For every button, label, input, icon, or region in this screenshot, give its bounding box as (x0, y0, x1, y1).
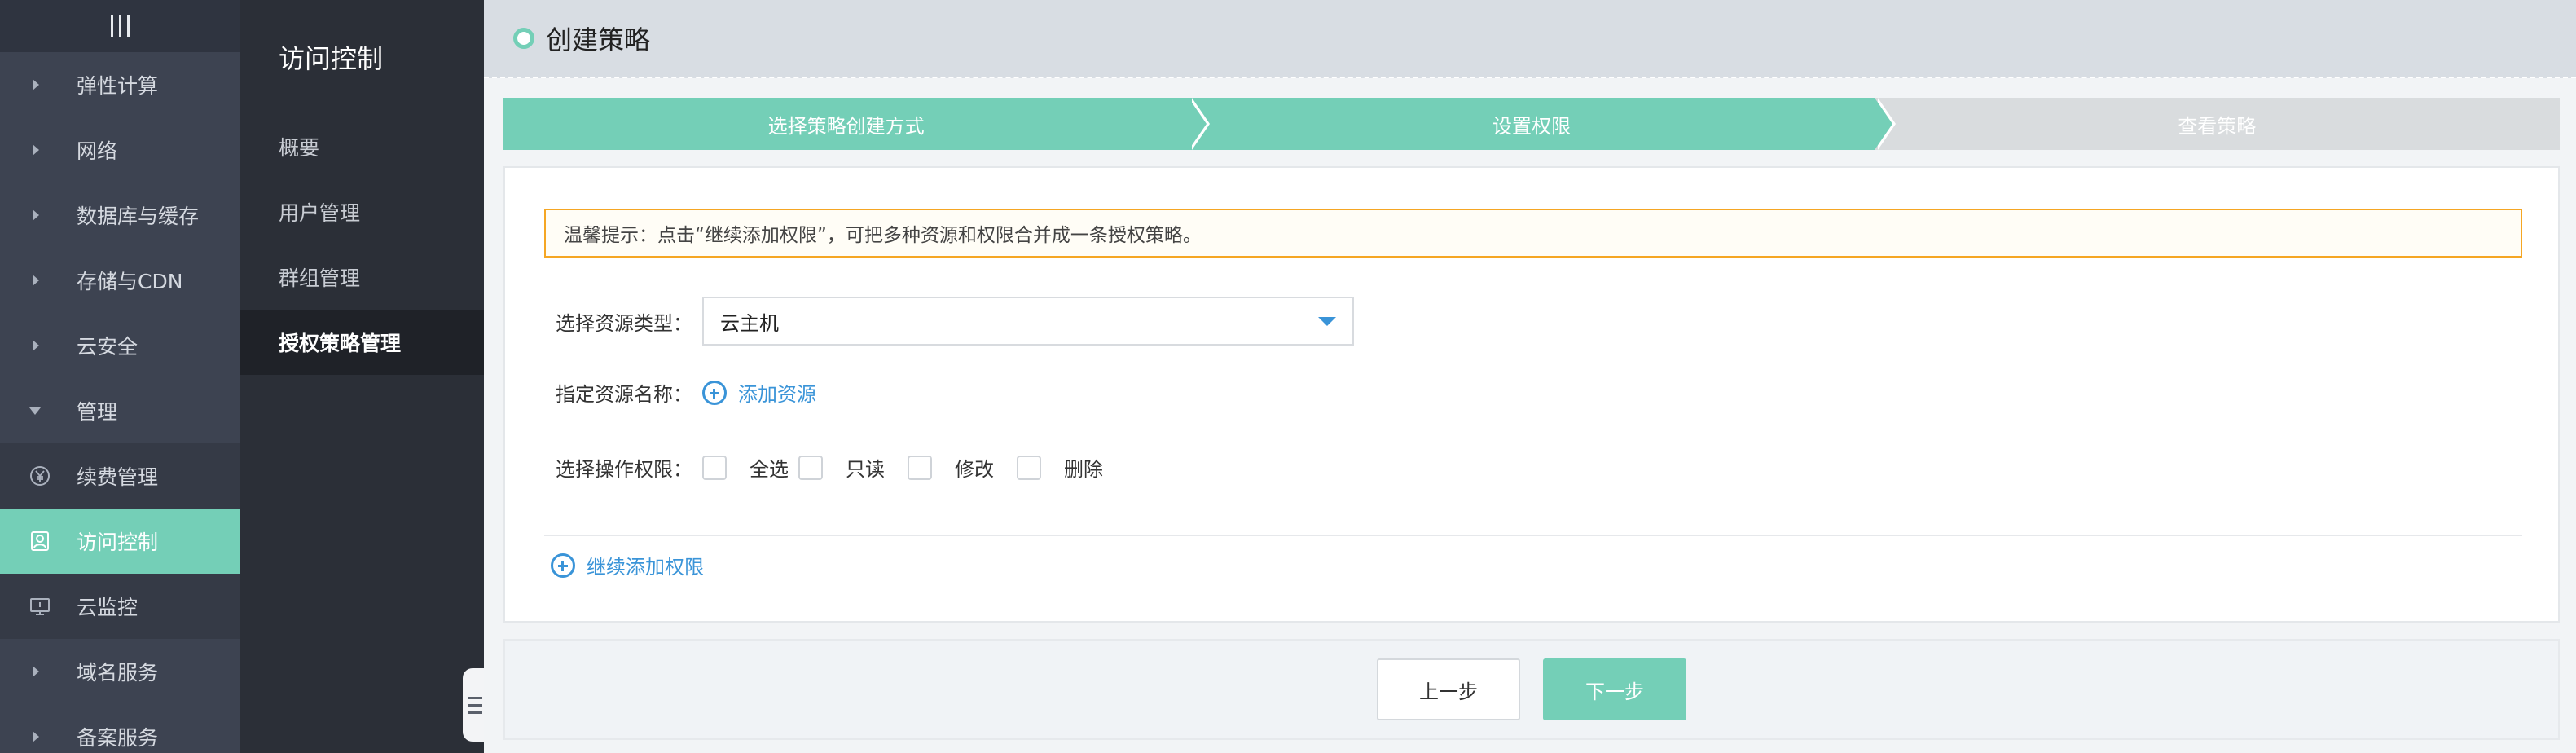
sidebar-item-label: 域名服务 (77, 661, 159, 685)
sidebar-item-renewal[interactable]: 续费管理 (0, 443, 240, 509)
sidebar-item-database-cache[interactable]: 数据库与缓存 (0, 183, 240, 248)
permission-label: 选择操作权限： (556, 458, 692, 481)
tip-banner: 温馨提示：点击“继续添加权限”，可把多种资源和权限合并成一条授权策略。 (544, 209, 2522, 258)
checkbox-label-delete: 删除 (1064, 458, 1103, 481)
resource-type-value: 云主机 (720, 311, 779, 335)
resource-type-row: 选择资源类型： 云主机 (556, 297, 1354, 346)
sidebar-item-label: 访问控制 (77, 531, 159, 554)
section-divider (544, 535, 2522, 536)
page-header: 创建策略 (484, 0, 2576, 78)
resource-name-label: 指定资源名称： (556, 383, 692, 406)
sub-item-groups[interactable]: 群组管理 (240, 244, 484, 310)
prev-button[interactable]: 上一步 (1377, 658, 1520, 720)
sidebar-item-domain[interactable]: 域名服务 (0, 639, 240, 704)
checkbox-label-select-all: 全选 (750, 458, 789, 481)
sub-item-users[interactable]: 用户管理 (240, 179, 484, 244)
chevron-right-icon (33, 666, 39, 677)
add-resource-link[interactable]: 添加资源 (702, 378, 816, 407)
continue-add-permission-link[interactable]: 继续添加权限 (551, 551, 704, 579)
chevron-right-icon (33, 144, 39, 156)
resource-type-select[interactable]: 云主机 (702, 297, 1354, 346)
sub-item-policies[interactable]: 授权策略管理 (240, 310, 484, 375)
sidebar-item-label: 存储与CDN (77, 270, 183, 293)
sidebar-item-label: 管理 (77, 400, 118, 424)
sub-sidebar-title: 访问控制 (279, 43, 384, 74)
sub-item-overview[interactable]: 概要 (240, 114, 484, 179)
chevron-right-icon (33, 79, 39, 90)
resource-type-label: 选择资源类型： (556, 311, 692, 335)
caret-down-icon (1318, 316, 1336, 326)
step-set-permissions: 设置权限 (1189, 98, 1896, 150)
sidebar-item-cloud-security[interactable]: 云安全 (0, 313, 240, 378)
checkbox-select-all[interactable] (702, 455, 727, 480)
sidebar-item-label: 网络 (77, 139, 118, 163)
page-title: 创建策略 (546, 24, 651, 55)
sidebar-item-network[interactable]: 网络 (0, 117, 240, 183)
sidebar-item-icp-filing[interactable]: 备案服务 (0, 704, 240, 753)
main-sidebar: 弹性计算 网络 数据库与缓存 存储与CDN 云安全 管理 续费管理 访问控制 云… (0, 0, 240, 753)
sidebar-item-label: 云监控 (77, 596, 138, 619)
chevron-right-icon (33, 275, 39, 286)
permission-row: 选择操作权限： 全选 只读 修改 删除 (556, 453, 1113, 482)
sidebar-item-label: 云安全 (77, 335, 138, 359)
continue-add-row: 继续添加权限 (551, 551, 704, 579)
sidebar-item-access-control[interactable]: 访问控制 (0, 509, 240, 574)
sidebar-item-label: 备案服务 (77, 726, 159, 750)
sidebar-item-elastic-compute[interactable]: 弹性计算 (0, 52, 240, 117)
checkbox-delete[interactable] (1017, 455, 1041, 480)
chevron-right-icon (33, 340, 39, 351)
resource-name-row: 指定资源名称： 添加资源 (556, 378, 816, 407)
step-label: 查看策略 (2178, 114, 2257, 138)
step-choose-method: 选择策略创建方式 (503, 98, 1211, 150)
chevron-right-icon (33, 731, 39, 742)
step-label: 设置权限 (1492, 114, 1571, 138)
checkbox-modify[interactable] (908, 455, 932, 480)
user-badge-icon (31, 531, 49, 551)
sidebar-item-storage-cdn[interactable]: 存储与CDN (0, 248, 240, 313)
plus-circle-icon (551, 553, 575, 578)
sidebar-toggle[interactable] (0, 0, 240, 52)
sidebar-item-cloud-monitor[interactable]: 云监控 (0, 574, 240, 639)
checkbox-label-modify: 修改 (955, 458, 994, 481)
continue-add-label: 继续添加权限 (587, 556, 704, 579)
add-resource-label: 添加资源 (738, 383, 816, 406)
permission-panel: 温馨提示：点击“继续添加权限”，可把多种资源和权限合并成一条授权策略。 选择资源… (503, 166, 2560, 623)
sidebar-item-label: 数据库与缓存 (77, 205, 200, 228)
step-progress: 选择策略创建方式 设置权限 查看策略 (503, 98, 2560, 150)
chevron-down-icon (29, 407, 41, 415)
sidebar-item-label: 弹性计算 (77, 74, 159, 98)
checkbox-read-only[interactable] (798, 455, 823, 480)
monitor-icon (30, 598, 50, 615)
sidebar-item-management[interactable]: 管理 (0, 378, 240, 443)
footer-actions: 上一步 下一步 (503, 639, 2560, 740)
sub-sidebar: 访问控制 概要 用户管理 群组管理 授权策略管理 (240, 0, 484, 753)
sidebar-item-label: 续费管理 (77, 465, 159, 489)
step-review-policy: 查看策略 (1874, 98, 2560, 150)
plus-circle-icon (702, 380, 727, 405)
yen-icon (30, 466, 50, 486)
checkbox-label-read-only: 只读 (846, 458, 885, 481)
title-circle-icon (513, 28, 534, 49)
menu-icon[interactable] (110, 15, 130, 37)
main-content: 创建策略 选择策略创建方式 设置权限 查看策略 温馨提示：点击“继续添加权限”，… (484, 0, 2576, 753)
next-button[interactable]: 下一步 (1543, 658, 1686, 720)
step-label: 选择策略创建方式 (767, 114, 925, 138)
chevron-right-icon (33, 209, 39, 221)
